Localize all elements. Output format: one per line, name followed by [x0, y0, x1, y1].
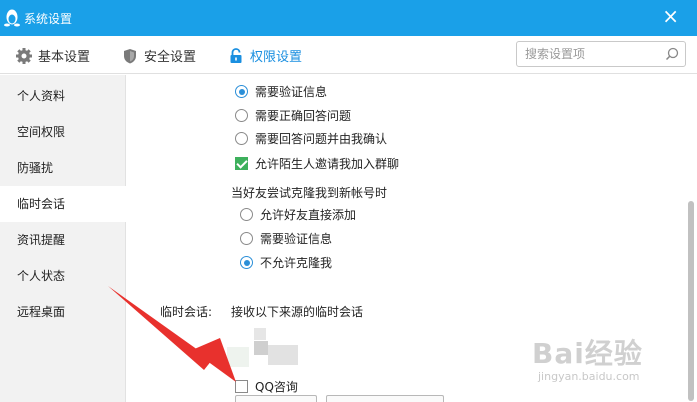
radio-button[interactable] — [240, 208, 253, 221]
friend-option-answer-question[interactable]: 需要正确回答问题 — [235, 107, 351, 124]
tab-label: 安全设置 — [144, 50, 197, 65]
clone-heading: 当好友尝试克隆我到新帐号时 — [231, 186, 388, 200]
title-bar: 系统设置 × — [0, 0, 697, 36]
blurred-image — [254, 341, 268, 355]
vertical-scrollbar[interactable] — [683, 75, 697, 402]
radio-button[interactable] — [235, 132, 248, 145]
option-label: 需要验证信息 — [260, 232, 333, 246]
sidebar-item-space-permission[interactable]: 空间权限 — [0, 114, 126, 150]
lock-icon — [230, 47, 242, 63]
friend-option-answer-and-confirm[interactable]: 需要回答问题并由我确认 — [235, 130, 387, 147]
option-label: 允许好友直接添加 — [260, 208, 357, 222]
radio-button[interactable] — [240, 232, 253, 245]
shield-icon — [124, 48, 136, 63]
option-label: 不允许克隆我 — [260, 256, 333, 270]
bottom-button[interactable] — [326, 395, 444, 402]
tab-label: 基本设置 — [38, 50, 91, 65]
tab-label: 权限设置 — [250, 50, 303, 65]
sidebar-item-anti-harassment[interactable]: 防骚扰 — [0, 150, 126, 186]
qq-penguin-icon — [4, 9, 20, 27]
blurred-image — [254, 328, 266, 340]
clone-option-verify-info[interactable]: 需要验证信息 — [240, 230, 332, 247]
option-label: 需要正确回答问题 — [255, 109, 352, 123]
watermark-sub: jingyan.baidu.com — [538, 370, 640, 383]
clone-option-allow-direct[interactable]: 允许好友直接添加 — [240, 206, 356, 223]
watermark-main: Bai经验 — [532, 337, 643, 370]
group-invite-option[interactable]: 允许陌生人邀请我加入群聊 — [235, 155, 399, 172]
checkbox[interactable] — [235, 157, 248, 170]
bottom-button[interactable] — [235, 395, 317, 402]
radio-button[interactable] — [235, 85, 248, 98]
tab-security-settings[interactable]: 安全设置 — [122, 46, 196, 65]
search-icon[interactable] — [665, 47, 679, 61]
option-label: QQ咨询 — [255, 380, 298, 394]
sidebar-item-news-reminder[interactable]: 资讯提醒 — [0, 222, 126, 258]
blurred-image — [268, 345, 298, 365]
tab-basic-settings[interactable]: 基本设置 — [16, 46, 90, 65]
red-arrow-annotation — [108, 286, 236, 382]
radio-button[interactable] — [240, 256, 253, 269]
radio-button[interactable] — [235, 109, 248, 122]
temp-session-description: 接收以下来源的临时会话 — [231, 305, 364, 319]
sidebar-item-temp-session[interactable]: 临时会话 — [0, 186, 127, 222]
close-icon[interactable]: × — [662, 6, 679, 26]
window-title: 系统设置 — [24, 12, 73, 26]
baidu-jingyan-watermark: Bai经验 jingyan.baidu.com — [532, 332, 672, 392]
option-label: 需要验证信息 — [255, 85, 328, 99]
clone-option-disallow[interactable]: 不允许克隆我 — [240, 254, 332, 271]
friend-option-verify-info[interactable]: 需要验证信息 — [235, 83, 327, 100]
qq-consult-option[interactable]: QQ咨询 — [235, 378, 298, 395]
tab-permission-settings[interactable]: 权限设置 — [228, 46, 302, 65]
scrollbar-thumb[interactable] — [688, 201, 694, 401]
sidebar-item-profile[interactable]: 个人资料 — [0, 78, 126, 114]
search-input[interactable] — [517, 42, 657, 66]
search-box[interactable] — [516, 41, 686, 67]
option-label: 允许陌生人邀请我加入群聊 — [255, 157, 400, 171]
settings-toolbar: 基本设置 安全设置 权限设置 — [0, 36, 697, 74]
option-label: 需要回答问题并由我确认 — [255, 132, 388, 146]
gear-icon — [16, 47, 32, 64]
